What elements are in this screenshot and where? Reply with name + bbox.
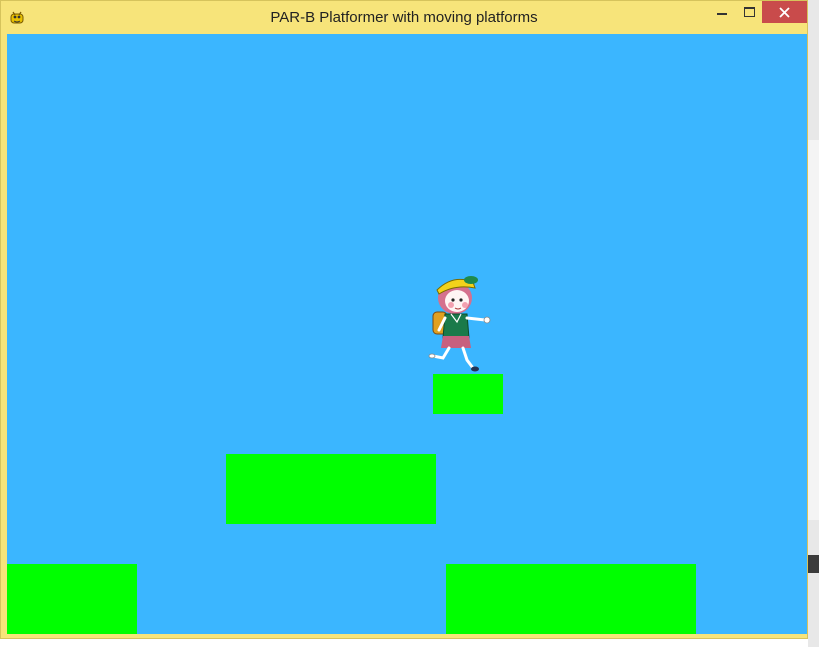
game-canvas[interactable] xyxy=(7,34,807,634)
platform-ground-right xyxy=(446,564,696,634)
close-button[interactable] xyxy=(762,1,807,23)
window-title: PAR-B Platformer with moving platforms xyxy=(270,9,538,26)
title-bar[interactable]: PAR-B Platformer with moving platforms xyxy=(1,1,807,33)
player-character xyxy=(428,276,491,372)
platform-ground-left xyxy=(7,564,137,634)
platform-middle xyxy=(226,454,436,524)
minimize-button[interactable] xyxy=(708,1,736,23)
maximize-button[interactable] xyxy=(736,1,762,23)
desktop-background xyxy=(808,0,819,647)
moving-platform xyxy=(433,374,503,414)
maximize-icon xyxy=(743,7,755,17)
minimize-icon xyxy=(717,13,727,15)
game-window: PAR-B Platformer with moving platforms xyxy=(0,0,808,639)
background-window-strip-dark xyxy=(808,555,819,573)
close-icon xyxy=(779,6,790,18)
background-window-strip xyxy=(808,140,819,520)
